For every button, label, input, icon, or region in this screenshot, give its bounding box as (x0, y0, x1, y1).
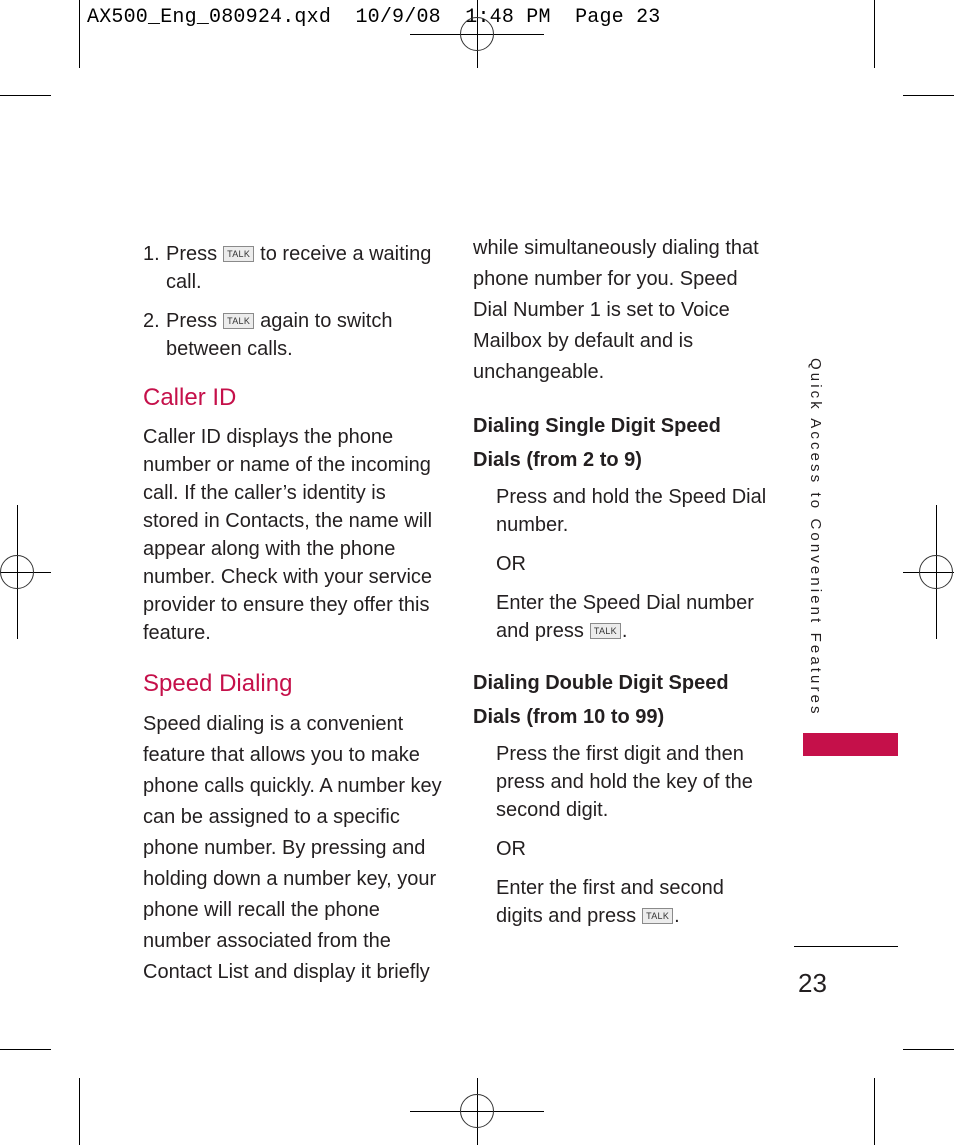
step-1: 1. Press TALK to receive a waiting call. (143, 240, 443, 296)
step-text: Press (166, 310, 218, 332)
crop-mark (79, 1078, 80, 1145)
talk-key-icon: TALK (642, 908, 674, 924)
printer-slug: AX500_Eng_080924.qxd 10/9/08 1:48 PM Pag… (87, 6, 661, 29)
option-text-end: . (621, 620, 628, 642)
step-text: Press (166, 243, 218, 265)
step-2: 2. Press TALK again to switch between call… (143, 307, 443, 363)
speed-dialing-continuation: while simultaneously dialing that phone … (473, 237, 759, 383)
talk-key-icon: TALK (223, 313, 255, 329)
single-digit-option-2: Enter the Speed Dial number and press TAL… (473, 589, 773, 645)
caller-id-heading: Caller ID (143, 384, 237, 411)
crop-mark (903, 1049, 954, 1050)
crop-mark (874, 0, 875, 68)
step-number: 1. (143, 243, 160, 265)
crop-mark (79, 0, 80, 68)
crop-mark (903, 95, 954, 96)
caller-id-body: Caller ID displays the phone number or n… (143, 426, 433, 644)
crop-mark (0, 95, 51, 96)
left-column: 1. Press TALK to receive a waiting call. 2… (143, 240, 443, 988)
step-number: 2. (143, 310, 160, 332)
double-digit-or: OR (496, 838, 526, 860)
single-digit-option-1: Press and hold the Speed Dial number. (496, 486, 767, 536)
talk-key-icon: TALK (223, 246, 255, 262)
page-number-rule (794, 946, 898, 947)
double-digit-option-1: Press the first digit and then press and… (496, 743, 753, 821)
crop-mark (874, 1078, 875, 1145)
chapter-tab-marker (803, 733, 898, 756)
speed-dialing-heading: Speed Dialing (143, 670, 293, 697)
talk-key-icon: TALK (589, 623, 621, 639)
option-text-end: . (674, 905, 680, 927)
option-text: Enter the first and second digits and pr… (496, 877, 724, 927)
double-digit-heading: Dialing Double Digit Speed Dials (from 1… (473, 672, 729, 728)
single-digit-or: OR (496, 553, 526, 575)
right-column: while simultaneously dialing that phone … (473, 233, 773, 941)
chapter-side-tab: Quick Access to Convenient Features (807, 358, 824, 717)
crop-mark (0, 1049, 51, 1050)
speed-dialing-body: Speed dialing is a convenient feature th… (143, 713, 442, 983)
page-number: 23 (798, 968, 827, 998)
double-digit-option-2: Enter the first and second digits and pr… (473, 874, 773, 930)
single-digit-heading: Dialing Single Digit Speed Dials (from 2… (473, 415, 721, 471)
